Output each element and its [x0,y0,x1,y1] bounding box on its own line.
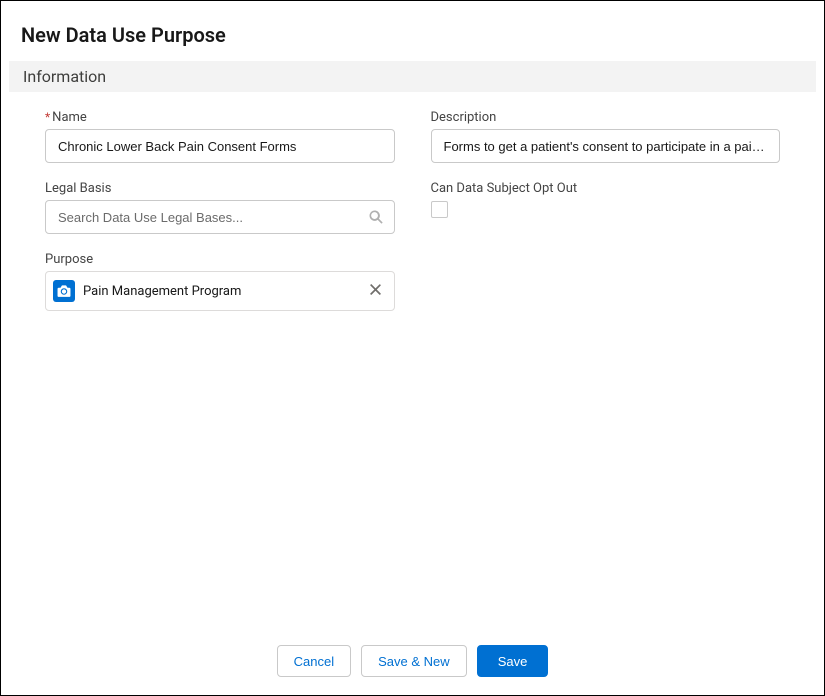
field-can-opt-out: Can Data Subject Opt Out [431,181,781,234]
required-mark: * [45,110,50,124]
legal-basis-label: Legal Basis [45,181,395,196]
description-label: Description [431,110,781,125]
form-row-1: *Name Description [45,110,780,163]
legal-basis-input[interactable] [45,200,395,234]
camera-icon [53,280,75,302]
form-row-3: Purpose Pain Management Program [45,252,780,311]
close-icon [368,282,383,301]
cancel-button[interactable]: Cancel [277,645,351,677]
modal-title: New Data Use Purpose [21,23,804,47]
legal-basis-lookup [45,200,395,234]
name-label: *Name [45,110,395,125]
description-input[interactable] [431,129,781,163]
modal-footer: Cancel Save & New Save [1,631,824,695]
can-opt-out-checkbox[interactable] [431,201,448,218]
form-row-2: Legal Basis Can Data Subject Opt Out [45,181,780,234]
empty-col [431,252,781,311]
name-input[interactable] [45,129,395,163]
new-data-use-purpose-modal: New Data Use Purpose Information *Name D… [1,1,824,695]
save-and-new-button[interactable]: Save & New [361,645,467,677]
field-purpose: Purpose Pain Management Program [45,252,395,311]
purpose-pill-container[interactable]: Pain Management Program [45,271,395,311]
field-legal-basis: Legal Basis [45,181,395,234]
purpose-label: Purpose [45,252,395,267]
save-button[interactable]: Save [477,645,549,677]
field-name: *Name [45,110,395,163]
purpose-pill-label: Pain Management Program [83,284,241,299]
can-opt-out-label: Can Data Subject Opt Out [431,181,781,196]
purpose-pill: Pain Management Program [49,278,245,304]
name-label-text: Name [52,110,87,125]
field-description: Description [431,110,781,163]
form-body: *Name Description Legal Basis Ca [1,92,824,631]
section-information-header: Information [9,61,816,92]
modal-header: New Data Use Purpose [1,1,824,61]
purpose-pill-remove[interactable] [360,282,391,301]
